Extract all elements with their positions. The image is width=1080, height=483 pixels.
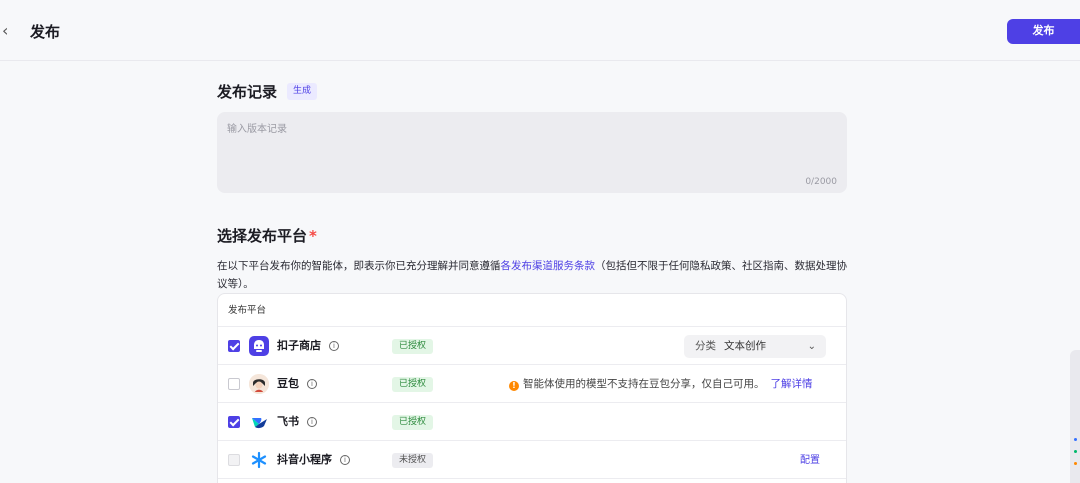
platform-name: 飞书 i (277, 414, 317, 430)
floating-side-widget[interactable] (1070, 350, 1080, 483)
required-mark: * (309, 227, 317, 245)
platform-name-text: 飞书 (277, 415, 299, 428)
version-record-input[interactable] (217, 112, 847, 193)
feishu-icon (249, 412, 269, 432)
platform-name: 抖音小程序 i (277, 452, 350, 468)
page-header: ‹ 发布 发布 (0, 0, 1080, 61)
page-title: 发布 (30, 23, 61, 41)
configure-link[interactable]: 配置 (800, 453, 820, 468)
terms-description: 在以下平台发布你的智能体，即表示你已充分理解并同意遵循各发布渠道服务条款（包括但… (217, 257, 857, 293)
platform-row-coze-store: 扣子商店 i 已授权 分类 文本创作 ⌄ (218, 327, 846, 365)
platform-name: 豆包 i (277, 376, 317, 392)
generate-button[interactable]: 生成 (287, 83, 318, 100)
chevron-down-icon: ⌄ (807, 341, 816, 352)
status-badge: 已授权 (392, 415, 434, 430)
platform-checkbox[interactable] (228, 340, 240, 352)
info-icon[interactable]: i (307, 379, 317, 389)
platform-table: 发布平台 扣子商店 i 已授权 分类 文本创作 ⌄ 豆包 i 已授权 ! 智能体使用的模… (217, 293, 847, 483)
publish-button[interactable]: 发布 (1007, 19, 1080, 44)
char-counter: 0/2000 (805, 177, 837, 187)
coze-store-icon (249, 336, 269, 356)
table-header: 发布平台 (218, 294, 846, 327)
platform-name-text: 扣子商店 (277, 339, 321, 352)
platform-section-title-text: 选择发布平台 (217, 227, 308, 245)
info-icon[interactable]: i (307, 417, 317, 427)
record-section-title: 发布记录 (217, 83, 278, 101)
platform-row-doubao: 豆包 i 已授权 ! 智能体使用的模型不支持在豆包分享，仅自己可用。 了解详情 (218, 365, 846, 403)
category-select[interactable]: 分类 文本创作 ⌄ (684, 335, 826, 358)
platform-checkbox[interactable] (228, 454, 240, 466)
warning-text: 智能体使用的模型不支持在豆包分享，仅自己可用。 (523, 378, 765, 390)
platform-name-text: 豆包 (277, 377, 299, 390)
status-badge: 已授权 (392, 377, 434, 392)
platform-checkbox[interactable] (228, 416, 240, 428)
douyin-mini-program-icon (249, 450, 269, 470)
platform-checkbox[interactable] (228, 378, 240, 390)
platform-name: 扣子商店 i (277, 338, 339, 354)
model-warning: ! 智能体使用的模型不支持在豆包分享，仅自己可用。 了解详情 (509, 377, 813, 392)
info-icon[interactable]: i (329, 341, 339, 351)
status-badge: 已授权 (392, 339, 434, 354)
version-record-field[interactable]: 0/2000 (217, 112, 847, 193)
platform-row-douyin-mini-program: 抖音小程序 i 未授权 配置 (218, 441, 846, 479)
category-value: 文本创作 (724, 340, 766, 352)
learn-more-link[interactable]: 了解详情 (771, 378, 813, 390)
doubao-avatar-icon (249, 374, 269, 394)
platform-row-feishu: 飞书 i 已授权 (218, 403, 846, 441)
service-terms-link[interactable]: 各发布渠道服务条款 (501, 260, 596, 272)
chevron-left-icon[interactable]: ‹ (2, 20, 16, 42)
status-badge: 未授权 (392, 453, 434, 468)
info-icon[interactable]: i (340, 455, 350, 465)
category-label: 分类 (695, 340, 716, 352)
warning-icon: ! (509, 381, 519, 391)
platform-section-title: 选择发布平台 * (217, 225, 317, 246)
terms-text-before: 在以下平台发布你的智能体，即表示你已充分理解并同意遵循 (217, 260, 501, 272)
platform-name-text: 抖音小程序 (277, 453, 332, 466)
